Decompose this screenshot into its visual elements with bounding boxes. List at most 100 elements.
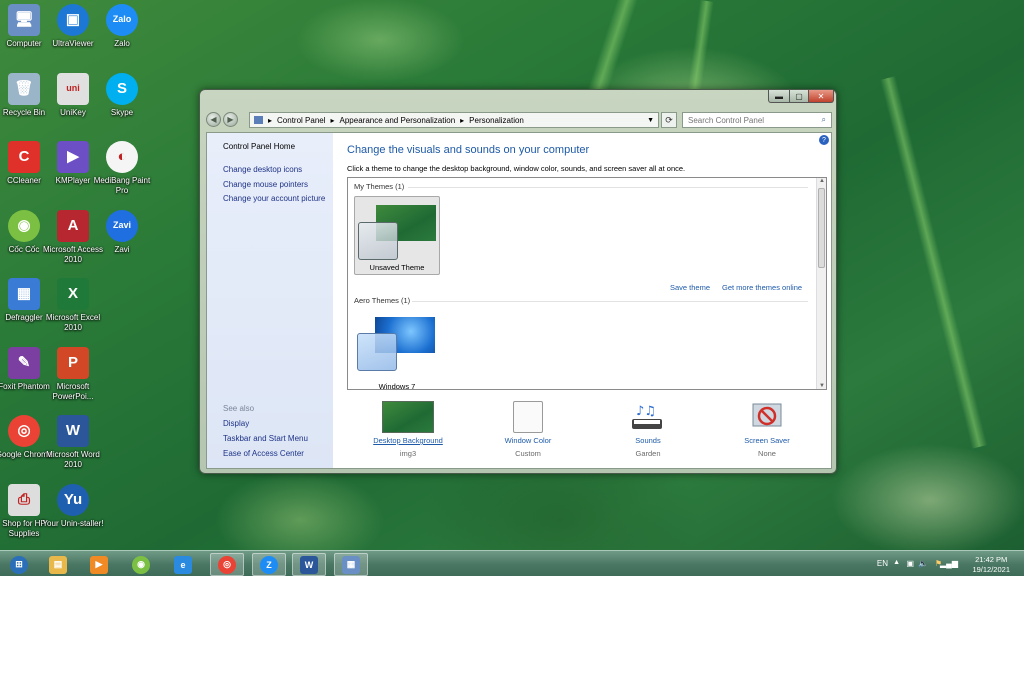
start-button[interactable]: ⊞	[2, 553, 36, 576]
refresh-button[interactable]: ⟳	[661, 112, 677, 128]
desktop-icon-word[interactable]: W Microsoft Word 2010	[42, 415, 104, 469]
desktop-icon-skype[interactable]: S Skype	[91, 73, 153, 118]
main-pane: ? Change the visuals and sounds on your …	[333, 133, 831, 468]
left-pane: Control Panel Home Change desktop icons …	[207, 133, 333, 468]
language-indicator[interactable]: EN	[877, 559, 888, 568]
sounds-label[interactable]: Sounds	[603, 436, 693, 445]
control-panel-icon	[254, 116, 263, 124]
page-subtitle: Click a theme to change the desktop back…	[347, 164, 686, 173]
volume-icon[interactable]: 🔈	[918, 559, 928, 568]
control-panel-icon: ▦	[342, 555, 360, 574]
taskbar-button[interactable]: e	[166, 553, 200, 576]
clock[interactable]: 21:42 PM 19/12/2021	[972, 555, 1010, 575]
desktop-icon-powerpoint[interactable]: P Microsoft PowerPoi...	[42, 347, 104, 401]
excel-icon: X	[57, 278, 89, 310]
display-link[interactable]: Display	[223, 419, 249, 428]
coccoc-icon: ◉	[8, 210, 40, 242]
screen-saver-label[interactable]: Screen Saver	[722, 436, 812, 445]
windows7-theme-label: Windows 7	[378, 382, 416, 390]
window-glass-preview	[358, 222, 398, 260]
help-icon[interactable]: ?	[819, 135, 829, 145]
window-color-value: Custom	[515, 449, 541, 458]
screen-saver-item[interactable]: Screen Saver None	[722, 401, 812, 458]
start-orb-icon: ⊞	[10, 555, 28, 574]
theme-list: My Themes (1) Unsaved Theme Save theme G…	[347, 177, 827, 390]
internet-explorer-icon: e	[174, 555, 192, 574]
wallpaper-blade	[880, 76, 988, 449]
forward-button[interactable]: ▶	[223, 112, 238, 127]
printer-icon: ⎙	[8, 484, 40, 516]
clock-time: 21:42 PM	[975, 555, 1008, 564]
taskbar-button[interactable]: ▤	[41, 553, 75, 576]
desktop-icon-zalo[interactable]: Zalo Zalo	[91, 4, 153, 49]
search-icon[interactable]: ⌕	[822, 115, 826, 125]
close-button[interactable]: ✕	[808, 90, 834, 103]
search-input[interactable]	[688, 115, 813, 125]
desktop-icon-label: Zavi	[114, 245, 130, 254]
desktop-background-icon	[382, 401, 434, 433]
aero-themes-header: Aero Themes (1)	[354, 296, 411, 305]
maximize-button[interactable]: ▢	[789, 90, 809, 103]
breadcrumb-control-panel[interactable]: Control Panel	[277, 116, 325, 125]
taskbar-button[interactable]: ◉	[124, 553, 158, 576]
taskbar-button[interactable]: ▦	[334, 553, 368, 576]
get-more-themes-link[interactable]: Get more themes online	[722, 283, 802, 292]
network-adapter-icon[interactable]: ▣	[906, 559, 914, 568]
chevron-down-icon[interactable]: ▼	[647, 117, 654, 124]
screen-saver-icon	[741, 401, 793, 433]
theme-list-scrollbar[interactable]: ▲ ▼	[816, 178, 826, 389]
unsaved-theme-thumbnail[interactable]: Unsaved Theme	[354, 196, 440, 275]
change-desktop-icons-link[interactable]: Change desktop icons	[223, 165, 302, 174]
back-button[interactable]: ◀	[206, 112, 221, 127]
breadcrumb-personalization[interactable]: Personalization	[469, 116, 524, 125]
scroll-down-icon[interactable]: ▼	[819, 383, 825, 389]
clock-date: 19/12/2021	[972, 565, 1010, 574]
section-divider	[412, 301, 808, 302]
desktop-icon-label: Microsoft PowerPoi...	[52, 382, 94, 401]
taskbar-button[interactable]: ▶	[82, 553, 116, 576]
ease-of-access-link[interactable]: Ease of Access Center	[223, 449, 304, 458]
see-also-heading: See also	[223, 404, 255, 413]
breadcrumb-appearance[interactable]: Appearance and Personalization	[340, 116, 456, 125]
desktop-icon-uninstaller[interactable]: Yu Your Unin-staller!	[42, 484, 104, 529]
taskbar-start-menu-link[interactable]: Taskbar and Start Menu	[223, 434, 308, 443]
skype-icon: S	[106, 73, 138, 105]
minimize-button[interactable]: ▬	[768, 90, 790, 103]
computer-icon: 🖥	[8, 4, 40, 36]
desktop-icon-excel[interactable]: X Microsoft Excel 2010	[42, 278, 104, 332]
zavi-icon: Zavi	[106, 210, 138, 242]
page-title: Change the visuals and sounds on your co…	[347, 144, 590, 156]
window-color-label[interactable]: Window Color	[483, 436, 573, 445]
desktop-icon-medibang[interactable]: ◐ MediBang Paint Pro	[91, 141, 153, 195]
section-divider	[408, 187, 808, 188]
windows7-theme-thumbnail[interactable]: Windows 7	[354, 311, 440, 390]
zalo-icon: Zalo	[106, 4, 138, 36]
defraggler-icon: ▦	[8, 278, 40, 310]
signal-strength-icon[interactable]: ▂▄▆	[940, 559, 958, 568]
taskbar: ⊞ ▤ ▶ ◉ e ◎ Z W ▦ EN ▲ ▣ 🔈 ⚑ ▂▄▆ 21:42 PM 19/12/…	[0, 550, 1024, 576]
scroll-up-icon[interactable]: ▲	[819, 178, 825, 184]
search-box[interactable]: ⌕	[682, 112, 832, 128]
powerpoint-icon: P	[57, 347, 89, 379]
desktop-background-label[interactable]: Desktop Background	[363, 436, 453, 445]
desktop-icon-label: Skype	[110, 108, 134, 117]
address-bar[interactable]: ▸ Control Panel ▸ Appearance and Persona…	[249, 112, 659, 128]
change-mouse-pointers-link[interactable]: Change mouse pointers	[223, 180, 308, 189]
media-player-icon: ▶	[90, 555, 108, 574]
ultraviewer-icon: ▣	[57, 4, 89, 36]
desktop-icon-zavi[interactable]: Zavi Zavi	[91, 210, 153, 255]
scrollbar-thumb[interactable]	[818, 188, 825, 268]
change-account-picture-link[interactable]: Change your account picture	[223, 194, 325, 203]
taskbar-button[interactable]: W	[292, 553, 326, 576]
window-color-item[interactable]: Window Color Custom	[483, 401, 573, 458]
sounds-item[interactable]: ♪♫ Sounds Garden	[603, 401, 693, 458]
unsaved-theme-label: Unsaved Theme	[369, 263, 425, 272]
desktop-background-item[interactable]: Desktop Background img3	[363, 401, 453, 458]
zalo-icon: Z	[260, 555, 278, 574]
taskbar-button[interactable]: ◎	[210, 553, 244, 576]
control-panel-home-link[interactable]: Control Panel Home	[223, 142, 295, 151]
save-theme-link[interactable]: Save theme	[670, 283, 710, 292]
show-hidden-icons[interactable]: ▲	[893, 559, 900, 566]
desktop: 🖥 Computer ▣ UltraViewer Zalo Zalo 🗑 Recycle Bi…	[0, 0, 1024, 576]
taskbar-button[interactable]: Z	[252, 553, 286, 576]
